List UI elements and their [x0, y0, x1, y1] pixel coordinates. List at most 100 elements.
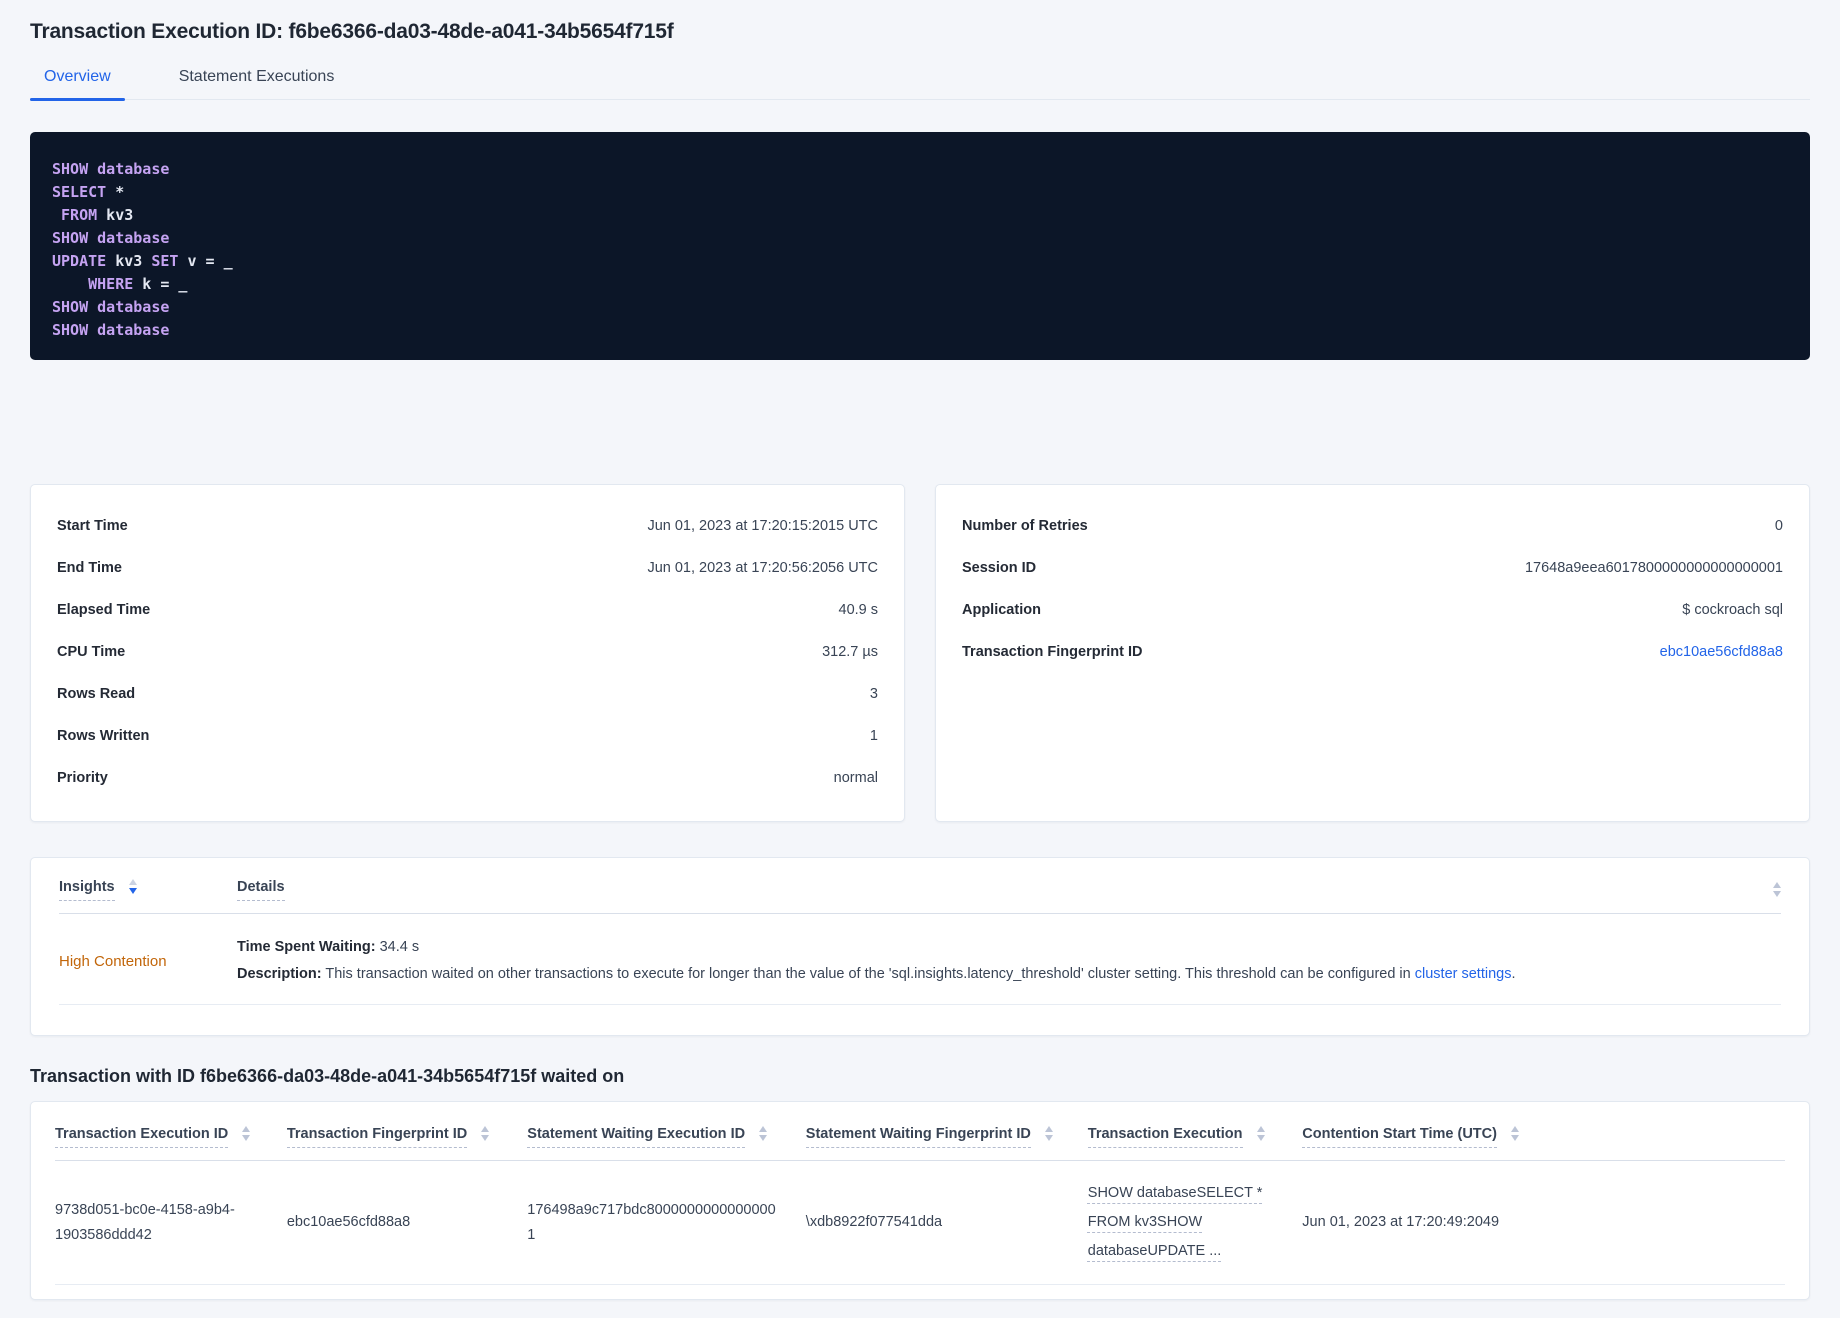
sql-keyword: SHOW database	[52, 160, 170, 178]
sql-keyword: SHOW database	[52, 229, 170, 247]
insight-row-high-contention: High Contention Time Spent Waiting: 34.4…	[59, 914, 1781, 1005]
row-value: 17648a9eea6017800000000000000001	[1524, 560, 1783, 576]
cell-transaction-fingerprint-id: ebc10ae56cfd88a8	[286, 1214, 411, 1230]
sort-down-icon	[128, 887, 137, 894]
row-label: Rows Written	[57, 728, 150, 744]
sort-down-icon	[1773, 891, 1781, 897]
sort-icon[interactable]	[242, 1126, 251, 1141]
sql-keyword: UPDATE	[52, 252, 107, 270]
col-header-transaction-execution[interactable]: Transaction Execution	[1087, 1126, 1303, 1160]
tab-overview[interactable]: Overview	[30, 68, 125, 101]
row-label: Number of Retries	[962, 518, 1088, 534]
description-suffix: .	[1511, 966, 1516, 982]
column-label: Transaction Fingerprint ID	[286, 1126, 468, 1148]
sql-keyword: FROM	[52, 206, 98, 224]
cluster-settings-link[interactable]: cluster settings	[1415, 966, 1512, 982]
transaction-sql-box: SHOW database SELECT * FROM kv3 SHOW datab…	[30, 132, 1810, 360]
sql-text: *	[106, 183, 125, 201]
transaction-fingerprint-link[interactable]: ebc10ae56cfd88a8	[1660, 644, 1783, 660]
sort-down-icon	[242, 1135, 251, 1141]
column-label: Statement Waiting Execution ID	[527, 1126, 746, 1148]
transaction-execution-link[interactable]: SHOW databaseSELECT * FROM kv3SHOW datab…	[1088, 1185, 1263, 1259]
summary-row-transaction-fingerprint-id: Transaction Fingerprint ID ebc10ae56cfd8…	[962, 631, 1783, 673]
sort-down-icon	[1256, 1135, 1265, 1141]
description-line: Description: This transaction waited on …	[237, 961, 1781, 988]
sort-down-icon	[481, 1135, 490, 1141]
summary-card-left: Start Time Jun 01, 2023 at 17:20:15:2015…	[30, 484, 905, 822]
sql-text: v = _	[178, 252, 233, 270]
summary-card-right: Number of Retries 0 Session ID 17648a9ee…	[935, 484, 1810, 822]
row-label: CPU Time	[57, 644, 126, 660]
sql-keyword: SHOW database	[52, 298, 170, 316]
sql-line: SHOW database	[52, 296, 1786, 319]
sql-line: SHOW database	[52, 227, 1786, 250]
insights-column-label: Insights	[59, 879, 115, 901]
tab-statement-executions[interactable]: Statement Executions	[165, 68, 349, 99]
description-label: Description:	[237, 966, 322, 982]
summary-row-cpu-time: CPU Time 312.7 µs	[57, 631, 878, 673]
sql-statements: SHOW database SELECT * FROM kv3 SHOW datab…	[52, 158, 1786, 342]
sort-down-icon	[759, 1135, 768, 1141]
row-value: 3	[869, 686, 878, 702]
row-label: Transaction Fingerprint ID	[962, 644, 1143, 660]
sql-keyword: SELECT	[52, 183, 107, 201]
col-header-statement-waiting-fingerprint-id[interactable]: Statement Waiting Fingerprint ID	[805, 1126, 1088, 1160]
summary-row-retries: Number of Retries 0	[962, 505, 1783, 547]
insights-table-header: Insights Details	[59, 858, 1781, 914]
sort-icon[interactable]	[1510, 1126, 1519, 1141]
row-label: Rows Read	[57, 686, 136, 702]
waited-on-table: Transaction Execution ID Transaction Fin…	[30, 1101, 1810, 1300]
waiting-label: Time Spent Waiting:	[237, 939, 376, 955]
row-value: 0	[1774, 518, 1783, 534]
row-label: Elapsed Time	[57, 602, 151, 618]
insight-type-badge: High Contention	[59, 952, 167, 970]
summary-row-application: Application $ cockroach sql	[962, 589, 1783, 631]
sort-icon[interactable]	[759, 1126, 768, 1141]
page: Transaction Execution ID: f6be6366-da03-…	[0, 0, 1840, 1300]
summary-row-rows-written: Rows Written 1	[57, 715, 878, 757]
description-text: This transaction waited on other transac…	[325, 966, 1415, 982]
sql-keyword: SHOW database	[52, 321, 170, 339]
sort-up-icon	[242, 1126, 251, 1132]
summary-row-session-id: Session ID 17648a9eea6017800000000000000…	[962, 547, 1783, 589]
details-column-header[interactable]: Details	[237, 878, 1773, 901]
sort-icon[interactable]	[481, 1126, 490, 1141]
sort-down-icon	[1044, 1135, 1053, 1141]
summary-row-priority: Priority normal	[57, 757, 878, 799]
waited-table-row: 9738d051-bc0e-4158-a9b4-1903586ddd42 ebc…	[55, 1161, 1785, 1285]
row-value: 312.7 µs	[822, 644, 878, 660]
waited-on-heading: Transaction with ID f6be6366-da03-48de-a…	[30, 1066, 625, 1086]
column-label: Contention Start Time (UTC)	[1302, 1126, 1497, 1148]
row-label: Session ID	[962, 560, 1037, 576]
col-header-statement-waiting-execution-id[interactable]: Statement Waiting Execution ID	[527, 1126, 806, 1160]
row-value: 1	[869, 728, 878, 744]
col-header-transaction-fingerprint-id[interactable]: Transaction Fingerprint ID	[286, 1126, 527, 1160]
row-label: Application	[962, 602, 1041, 618]
sort-up-icon	[1510, 1126, 1519, 1132]
sql-text: k = _	[133, 275, 188, 293]
sql-text: kv3	[106, 252, 152, 270]
sql-line: FROM kv3	[52, 204, 1786, 227]
summary-row-rows-read: Rows Read 3	[57, 673, 878, 715]
sort-icon[interactable]	[1773, 882, 1781, 897]
row-label: Start Time	[57, 518, 128, 534]
sort-icon[interactable]	[128, 878, 137, 894]
summary-row-start-time: Start Time Jun 01, 2023 at 17:20:15:2015…	[57, 505, 878, 547]
sort-up-icon	[481, 1126, 490, 1132]
summary-row-elapsed-time: Elapsed Time 40.9 s	[57, 589, 878, 631]
insights-column-header[interactable]: Insights	[59, 878, 237, 901]
col-header-contention-start-time[interactable]: Contention Start Time (UTC)	[1302, 1126, 1785, 1160]
cell-contention-start-time: Jun 01, 2023 at 17:20:49:2049	[1302, 1214, 1500, 1230]
sort-up-icon	[759, 1126, 768, 1132]
column-label: Statement Waiting Fingerprint ID	[805, 1126, 1031, 1148]
row-value: normal	[833, 770, 878, 786]
sort-down-icon	[1510, 1135, 1519, 1141]
column-label: Transaction Execution ID	[55, 1126, 229, 1148]
time-spent-waiting-line: Time Spent Waiting: 34.4 s	[237, 934, 1781, 961]
sort-up-icon	[1256, 1126, 1265, 1132]
sort-icon[interactable]	[1256, 1126, 1265, 1141]
cell-statement-waiting-execution-id: 176498a9c717bdc80000000000000001	[527, 1201, 776, 1243]
sort-icon[interactable]	[1044, 1126, 1053, 1141]
row-label: Priority	[57, 770, 108, 786]
col-header-transaction-execution-id[interactable]: Transaction Execution ID	[55, 1126, 287, 1160]
